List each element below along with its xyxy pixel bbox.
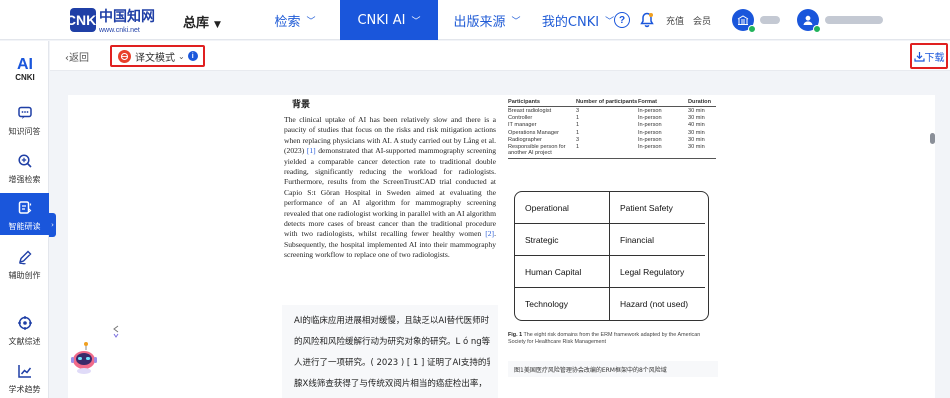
translation-panel[interactable]: AI的临床应用进展相对缓慢，且缺乏以AI替代医师时 的风险和风险缓解行动为研究对… [282,305,498,398]
chevron-down-icon: ﹀ [306,16,316,27]
chat-icon [15,103,35,123]
sidebar-item-assisted-writing[interactable]: 辅助创作 [0,247,49,281]
member-link[interactable]: 会员 [693,0,711,40]
search-plus-icon [15,151,35,171]
recharge-link[interactable]: 充值 [666,0,684,40]
chevron-up-down-icon [113,325,119,338]
sidebar-item-knowledge-qa[interactable]: 知识问答 [0,103,49,137]
download-button[interactable]: 下载 [910,43,948,69]
citation-link[interactable]: [1] [307,146,316,155]
cnki-ai-logo: AI CNKI [15,56,35,83]
cnki-logo-mark: CNKi [66,8,100,32]
risk-domain-cell: Financial [610,224,705,256]
user-avatar-icon [797,9,821,33]
translation-line: 的风险和风险缓解行动为研究对象的研究。L ó ng等 [294,337,490,347]
risk-domains-figure: Operational Patient Safety Strategic Fin… [514,191,709,321]
table-row: Radiographer 3 In-person 30 min [508,137,705,144]
figure-caption: Fig. 1 The eight risk domains from the E… [508,332,701,346]
risk-domain-cell: Patient Safety [610,192,705,224]
figure-caption-translation[interactable]: 图1美国医疗风险管理协会改编的ERM框架中的8个风险域 [508,361,718,377]
table-row: Breast radiologist 3 In-person 30 min [508,107,705,114]
sidebar-item-academic-trends[interactable]: 学术趋势 [0,361,49,395]
sidebar-item-literature-review[interactable]: 文献综述 [0,313,49,347]
collapse-toggle[interactable] [112,324,120,343]
notification-button[interactable] [640,0,654,40]
participants-table: Participants Number of participants Form… [508,95,716,159]
risk-domain-cell: Legal Regulatory [610,256,705,288]
library-selector[interactable]: 总库 ▼ [183,12,221,31]
ai-assistant-robot-icon[interactable] [66,340,102,376]
download-icon [913,51,925,62]
cnki-logo-cn: 中国知网 [99,8,155,24]
sidebar-item-enhanced-search[interactable]: 增强检索 [0,151,49,185]
translation-line: 腺X线筛查获得了与传统双阅片相当的癌症检出率， [294,379,487,389]
original-paragraph[interactable]: The clinical uptake of AI has been relat… [284,115,496,261]
document-viewer: 背景 The clinical uptake of AI has been re… [68,95,935,398]
nav-search[interactable]: 检索 ﹀ [250,0,340,40]
help-button[interactable]: ? [614,0,630,40]
cnki-logo-url: www.cnki.net [99,27,140,34]
chevron-right-icon: › [51,221,54,229]
table-header: Participants Number of participants Form… [508,95,716,107]
risk-domain-cell: Operational [515,192,610,224]
sidebar-expand-toggle[interactable]: › [49,213,56,237]
back-button[interactable]: ‹返回 [65,49,89,64]
user-account[interactable] [797,0,883,40]
reading-icon [15,198,35,218]
table-row: Operations Manager 1 In-person 30 min [508,129,705,136]
section-heading: 背景 [292,100,311,110]
institution-account[interactable] [732,0,780,40]
translate-icon [118,49,131,63]
nav-my-cnki[interactable]: 我的CNKI ﹀ [536,0,620,40]
translation-mode-selector[interactable]: 译文模式 ⌄ i [110,45,205,67]
trend-icon [15,361,35,381]
risk-domain-cell: Technology [515,288,610,320]
top-bar: CNKi 中国知网 www.cnki.net 总库 ▼ 检索 ﹀ CNKI AI ﹀ … [0,0,950,40]
table-row: Controller 1 In-person 30 min [508,115,705,122]
help-icon: ? [614,12,630,28]
bell-icon [640,12,654,28]
pen-icon [15,247,35,267]
citation-link[interactable]: [2] [485,229,494,238]
nav-cnki-ai[interactable]: CNKI AI ﹀ [340,0,438,40]
table-row: IT manager 1 In-person 40 min [508,122,705,129]
risk-domain-cell: Human Capital [515,256,610,288]
translation-line: AI的临床应用进展相对缓慢，且缺乏以AI替代医师时 [294,316,490,326]
scrollbar-thumb[interactable] [930,133,935,144]
sidebar-item-smart-reading[interactable]: 智能研读 [0,193,49,235]
nav-publication-source[interactable]: 出版来源 ﹀ [438,0,536,40]
main-nav: 检索 ﹀ CNKI AI ﹀ 出版来源 ﹀ 我的CNKI ﹀ [250,0,620,40]
institution-icon [732,9,756,33]
chevron-down-icon: ﹀ [411,16,421,27]
table-row: Responsible person for another AI projec… [508,143,705,157]
institution-name-redacted [760,16,780,24]
chevron-down-icon: ﹀ [605,16,615,27]
translation-line: 人进行了一项研究。( 2023 ) [ 1 ] 证明了AI支持的乳 [294,358,490,368]
risk-domain-cell: Hazard (not used) [620,299,689,309]
reader-toolbar: ‹返回 译文模式 ⌄ i 下载 [50,41,950,71]
target-icon [15,313,35,333]
info-icon[interactable]: i [187,51,198,61]
caret-down-icon: ▼ [214,20,221,30]
chevron-down-icon: ⌄ [178,51,185,61]
risk-domain-cell: Strategic [515,224,610,256]
cnki-logo[interactable]: CNKi 中国知网 www.cnki.net [66,7,155,34]
ai-sidebar: AI CNKI 知识问答 增强检索 智能研读 辅助创作 文献综述 学术趋势 [0,41,49,398]
user-name-redacted [825,16,883,24]
chevron-down-icon: ﹀ [511,16,521,27]
